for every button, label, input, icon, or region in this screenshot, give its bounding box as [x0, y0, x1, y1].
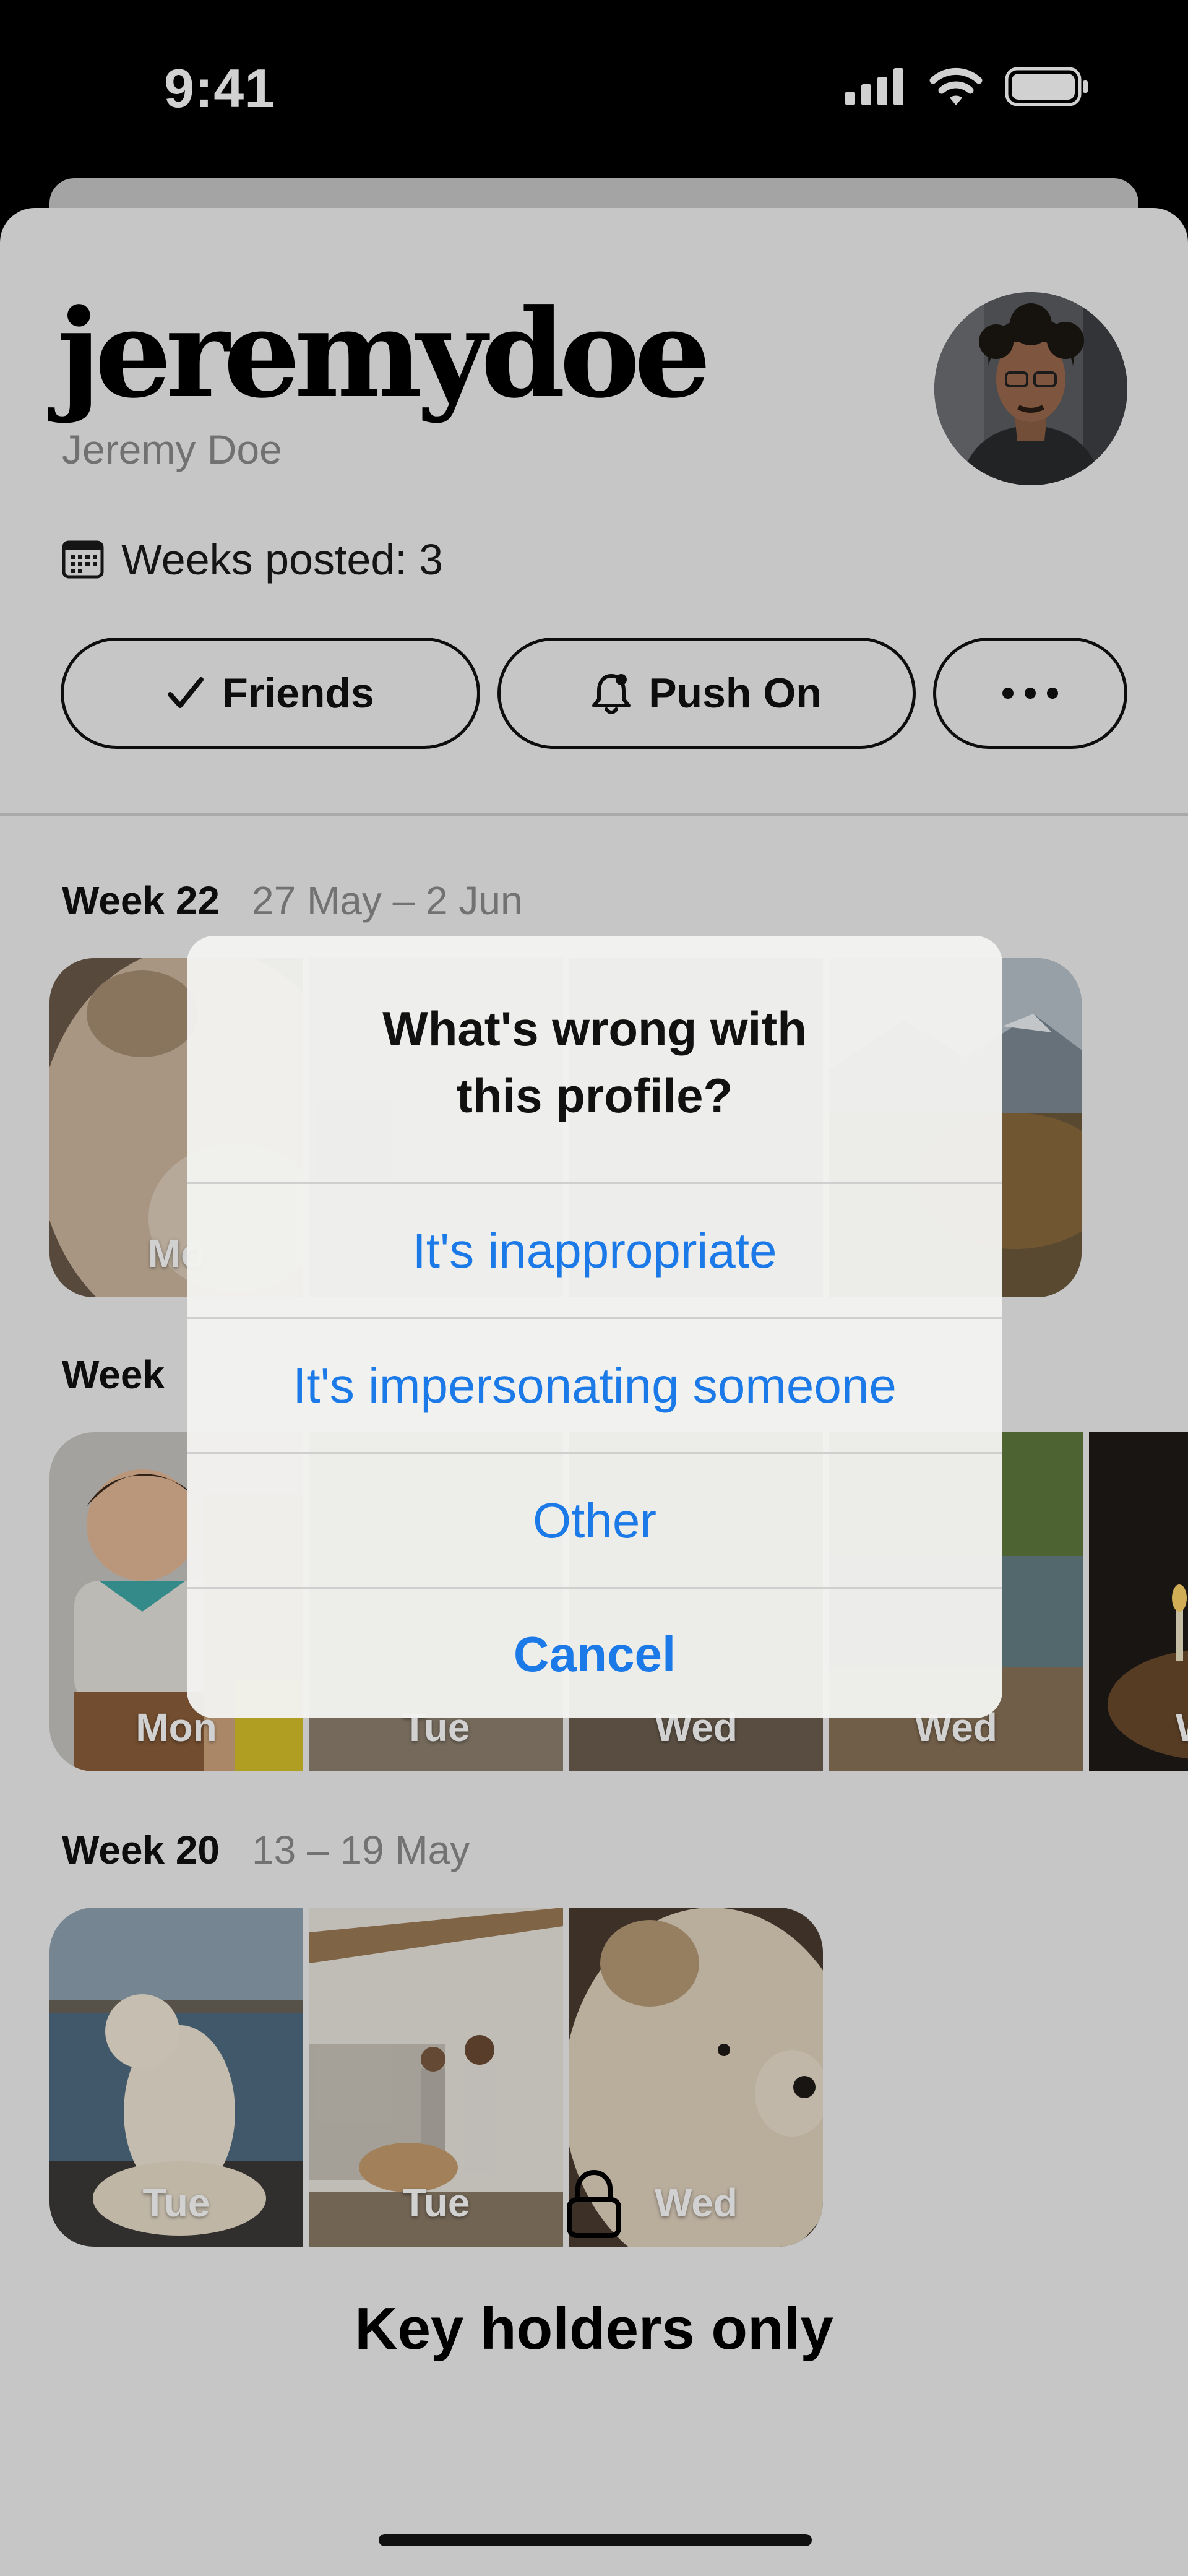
alert-title-line-2: this profile?: [456, 1068, 733, 1123]
alert-divider: [187, 1182, 1002, 1184]
cancel-button[interactable]: Cancel: [187, 1588, 1002, 1718]
alert-divider: [187, 1317, 1002, 1319]
alert-title-line-1: What's wrong with: [382, 1001, 807, 1056]
inappropriate-option[interactable]: It's inappropriate: [187, 1185, 1002, 1317]
home-indicator[interactable]: [379, 2534, 812, 2546]
report-profile-alert: What's wrong with this profile? It's ina…: [187, 936, 1002, 1718]
alert-divider: [187, 1452, 1002, 1454]
alert-title: What's wrong with this profile?: [187, 995, 1002, 1129]
other-option[interactable]: Other: [187, 1454, 1002, 1587]
impersonating-option[interactable]: It's impersonating someone: [187, 1320, 1002, 1452]
